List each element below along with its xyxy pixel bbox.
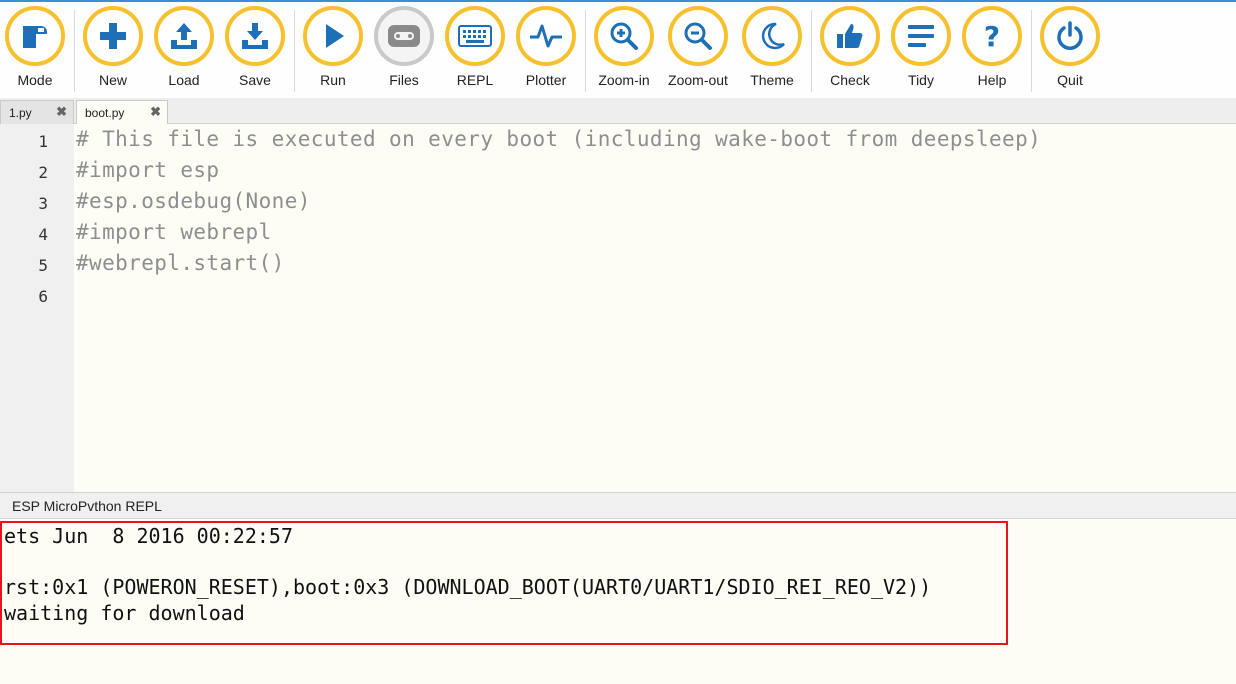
line-number: 4 bbox=[38, 225, 48, 244]
play-icon bbox=[303, 6, 363, 66]
check-button[interactable]: Check bbox=[815, 6, 885, 88]
repl-output-line: rst:0x1 (POWERON_RESET),boot:0x3 (DOWNLO… bbox=[4, 575, 932, 599]
check-label: Check bbox=[830, 72, 870, 88]
code-editor[interactable]: # This file is executed on every boot (i… bbox=[74, 124, 1236, 492]
line-number-gutter: 1 2 3 4 5 6 bbox=[0, 124, 74, 492]
lines-icon bbox=[891, 6, 951, 66]
quit-button[interactable]: Quit bbox=[1035, 6, 1105, 88]
theme-button[interactable]: Theme bbox=[737, 6, 807, 88]
help-label: Help bbox=[977, 72, 1007, 88]
zoom-in-button[interactable]: Zoom-in bbox=[589, 6, 659, 88]
mode-icon bbox=[5, 6, 65, 66]
toolbar-separator bbox=[294, 10, 295, 92]
tab-boot-py[interactable]: boot.py ✖ bbox=[76, 100, 168, 125]
repl-output-line: waiting for download bbox=[4, 601, 245, 625]
plotter-button[interactable]: Plotter bbox=[511, 6, 581, 88]
help-button[interactable]: ? Help bbox=[957, 6, 1027, 88]
tidy-label: Tidy bbox=[908, 72, 934, 88]
line-number: 6 bbox=[38, 287, 48, 306]
plus-icon bbox=[83, 6, 143, 66]
download-icon bbox=[225, 6, 285, 66]
close-icon[interactable]: ✖ bbox=[56, 104, 67, 120]
zoom-out-icon bbox=[668, 6, 728, 66]
files-button[interactable]: Files bbox=[369, 6, 439, 88]
code-line[interactable]: # This file is executed on every boot (i… bbox=[76, 127, 1041, 151]
tidy-button[interactable]: Tidy bbox=[886, 6, 956, 88]
load-button[interactable]: Load bbox=[149, 6, 219, 88]
toolbar-separator bbox=[585, 10, 586, 92]
line-number: 3 bbox=[38, 194, 48, 213]
line-number: 5 bbox=[38, 256, 48, 275]
theme-label: Theme bbox=[750, 72, 794, 88]
repl-console[interactable]: ets Jun 8 2016 00:22:57 rst:0x1 (POWERON… bbox=[0, 519, 1236, 684]
line-number: 1 bbox=[38, 132, 48, 151]
load-label: Load bbox=[168, 72, 200, 88]
run-label: Run bbox=[320, 72, 346, 88]
thumbs-up-icon bbox=[820, 6, 880, 66]
plotter-label: Plotter bbox=[525, 72, 567, 88]
upload-icon bbox=[154, 6, 214, 66]
new-label: New bbox=[98, 72, 127, 88]
tab-bar: 1.py ✖ boot.py ✖ bbox=[0, 98, 1236, 125]
question-icon: ? bbox=[962, 6, 1022, 66]
pulse-icon bbox=[516, 6, 576, 66]
tab-label: boot.py bbox=[85, 106, 125, 120]
new-button[interactable]: New bbox=[78, 6, 148, 88]
code-line[interactable]: #import esp bbox=[76, 158, 219, 182]
keyboard-icon bbox=[445, 6, 505, 66]
save-button[interactable]: Save bbox=[220, 6, 290, 88]
line-number: 2 bbox=[38, 163, 48, 182]
quit-label: Quit bbox=[1057, 72, 1083, 88]
toolbar-separator bbox=[74, 10, 75, 92]
power-icon bbox=[1040, 6, 1100, 66]
tab-1-py[interactable]: 1.py ✖ bbox=[0, 100, 74, 124]
toolbar-separator bbox=[1031, 10, 1032, 92]
files-label: Files bbox=[389, 72, 419, 88]
zoom-out-button[interactable]: Zoom-out bbox=[663, 6, 733, 88]
save-label: Save bbox=[239, 72, 271, 88]
toolbar: Mode New Load Save Run Files REPL Plotte… bbox=[0, 2, 1236, 98]
close-icon[interactable]: ✖ bbox=[150, 104, 161, 120]
toolbar-separator bbox=[811, 10, 812, 92]
zoom-in-label: Zoom-in bbox=[598, 72, 650, 88]
moon-icon bbox=[742, 6, 802, 66]
repl-panel-title: ESP MicroPvthon REPL bbox=[0, 492, 1236, 519]
code-line[interactable]: #webrepl.start() bbox=[76, 251, 285, 275]
files-icon bbox=[374, 6, 434, 66]
code-line[interactable]: #esp.osdebug(None) bbox=[76, 189, 311, 213]
repl-output-line: ets Jun 8 2016 00:22:57 bbox=[4, 524, 293, 548]
repl-label: REPL bbox=[456, 72, 494, 88]
zoom-in-icon bbox=[594, 6, 654, 66]
mode-label: Mode bbox=[17, 72, 53, 88]
tab-label: 1.py bbox=[9, 106, 32, 120]
mode-button[interactable]: Mode bbox=[0, 6, 70, 88]
repl-button[interactable]: REPL bbox=[440, 6, 510, 88]
code-line[interactable]: #import webrepl bbox=[76, 220, 272, 244]
run-button[interactable]: Run bbox=[298, 6, 368, 88]
zoom-out-label: Zoom-out bbox=[668, 72, 728, 88]
